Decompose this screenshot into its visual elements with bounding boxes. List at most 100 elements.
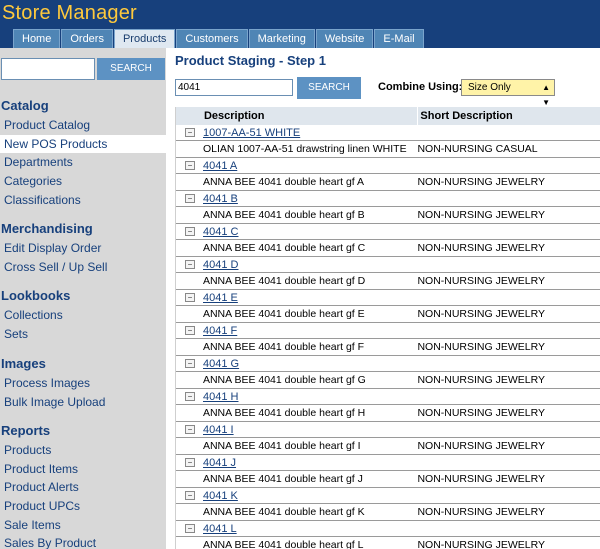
table-group-row: −4041 B [176,191,600,207]
collapse-icon[interactable]: − [185,194,195,203]
table-row: ANNA BEE 4041 double heart gf F NON-NURSI… [176,339,600,356]
sidebar-search-input[interactable] [1,58,95,80]
sidebar-item-departments[interactable]: Departments [0,153,166,172]
updown-arrows-icon: ▲ ▼ [542,83,550,107]
cell-description: ANNA BEE 4041 double heart gf K [202,506,365,518]
table-group-row: −4041 A [176,158,600,174]
column-header-short-description[interactable]: Short Description [417,107,600,125]
cell-short-description: NON-NURSING JEWELRY [417,209,546,221]
sidebar-item-cross-sell[interactable]: Cross Sell / Up Sell [0,258,166,277]
tab-email[interactable]: E-Mail [374,29,424,48]
collapse-icon[interactable]: − [185,359,195,368]
cell-short-description: NON-NURSING CASUAL [417,143,538,155]
cell-short-description: NON-NURSING JEWELRY [417,473,546,485]
app-header: Store Manager Home Orders Products Custo… [0,0,600,48]
cell-description: ANNA BEE 4041 double heart gf B [202,209,365,221]
collapse-icon[interactable]: − [185,293,195,302]
cell-description: ANNA BEE 4041 double heart gf H [202,407,366,419]
group-link[interactable]: 4041 A [203,160,237,172]
sidebar-item-sales-by-product[interactable]: Sales By Product [0,534,166,549]
sidebar-item-process-images[interactable]: Process Images [0,374,166,393]
sidebar-item-collections[interactable]: Collections [0,306,166,325]
tab-orders[interactable]: Orders [61,29,113,48]
tab-home[interactable]: Home [13,29,61,48]
tab-products[interactable]: Products [113,29,176,48]
staging-table: Description Short Description −1007-AA-5… [175,107,600,549]
sidebar-item-new-pos-products[interactable]: New POS Products [0,134,166,154]
sidebar-group-images: Images Process Images Bulk Image Upload [0,354,166,411]
table-row: ANNA BEE 4041 double heart gf D NON-NURSI… [176,273,600,290]
collapse-icon[interactable]: − [185,491,195,500]
table-group-row: −4041 E [176,290,600,306]
sidebar-item-sets[interactable]: Sets [0,325,166,344]
sidebar-group-lookbooks: Lookbooks Collections Sets [0,286,166,343]
table-row: ANNA BEE 4041 double heart gf G NON-NURSI… [176,372,600,389]
collapse-icon[interactable]: − [185,392,195,401]
sidebar-item-product-catalog[interactable]: Product Catalog [0,116,166,135]
group-link[interactable]: 4041 K [203,490,238,502]
group-link[interactable]: 4041 E [203,292,238,304]
table-group-row: −4041 D [176,257,600,273]
sidebar-heading: Catalog [1,98,49,113]
tab-website[interactable]: Website [315,29,374,48]
collapse-icon[interactable]: − [185,227,195,236]
cell-short-description: NON-NURSING JEWELRY [417,308,546,320]
tab-customers[interactable]: Customers [176,29,248,48]
sidebar-item-edit-display-order[interactable]: Edit Display Order [0,239,166,258]
table-row: ANNA BEE 4041 double heart gf A NON-NURSI… [176,174,600,191]
group-link[interactable]: 4041 B [203,193,238,205]
cell-description: ANNA BEE 4041 double heart gf D [202,275,366,287]
cell-short-description: NON-NURSING JEWELRY [417,539,546,549]
tab-marketing[interactable]: Marketing [248,29,315,48]
cell-description: ANNA BEE 4041 double heart gf I [202,440,361,452]
sidebar-item-classifications[interactable]: Classifications [0,191,166,210]
product-search-input[interactable]: 4041 [175,79,293,96]
cell-description: ANNA BEE 4041 double heart gf J [202,473,363,485]
sidebar-item-categories[interactable]: Categories [0,172,166,191]
collapse-icon[interactable]: − [185,458,195,467]
table-group-row: −4041 H [176,389,600,405]
combine-using-select[interactable]: Size Only ▲ ▼ [461,79,555,107]
sidebar-item-product-upcs[interactable]: Product UPCs [0,497,166,516]
group-link[interactable]: 4041 I [203,424,234,436]
sidebar-heading: Lookbooks [1,288,71,303]
cell-short-description: NON-NURSING JEWELRY [417,374,546,386]
table-group-row: −4041 L [176,521,600,537]
collapse-icon[interactable]: − [185,161,195,170]
cell-short-description: NON-NURSING JEWELRY [417,506,546,518]
group-link[interactable]: 4041 C [203,226,238,238]
collapse-icon[interactable]: − [185,326,195,335]
sidebar-item-product-items[interactable]: Product Items [0,460,166,479]
table-row: ANNA BEE 4041 double heart gf L NON-NURSI… [176,537,600,549]
group-link[interactable]: 4041 F [203,325,237,337]
group-link[interactable]: 1007-AA-51 WHITE [203,127,300,139]
sidebar-item-bulk-image-upload[interactable]: Bulk Image Upload [0,393,166,412]
table-row: ANNA BEE 4041 double heart gf C NON-NURSI… [176,240,600,257]
collapse-icon[interactable]: − [185,128,195,137]
main-nav: Home Orders Products Customers Marketing… [13,29,425,48]
sidebar-group-merchandising: Merchandising Edit Display Order Cross S… [0,219,166,276]
table-group-row: −4041 C [176,224,600,240]
group-link[interactable]: 4041 D [203,259,238,271]
cell-description: ANNA BEE 4041 double heart gf C [202,242,366,254]
cell-description: ANNA BEE 4041 double heart gf G [202,374,366,386]
group-link[interactable]: 4041 H [203,391,238,403]
table-group-row: −4041 K [176,488,600,504]
sidebar: SEARCH Catalog Product Catalog New POS P… [0,48,166,549]
sidebar-item-product-alerts[interactable]: Product Alerts [0,478,166,497]
product-search-button[interactable]: SEARCH [297,77,361,99]
sidebar-item-products[interactable]: Products [0,441,166,460]
collapse-icon[interactable]: − [185,260,195,269]
sidebar-item-sale-items[interactable]: Sale Items [0,516,166,535]
cell-short-description: NON-NURSING JEWELRY [417,341,546,353]
group-link[interactable]: 4041 L [203,523,237,535]
sidebar-group-catalog: Catalog Product Catalog New POS Products… [0,96,166,209]
page-title: Product Staging - Step 1 [175,53,326,68]
column-header-description[interactable]: Description [202,107,417,125]
collapse-icon[interactable]: − [185,425,195,434]
collapse-icon[interactable]: − [185,524,195,533]
group-link[interactable]: 4041 J [203,457,236,469]
sidebar-search-button[interactable]: SEARCH [97,58,165,80]
group-link[interactable]: 4041 G [203,358,239,370]
table-row: ANNA BEE 4041 double heart gf B NON-NURSI… [176,207,600,224]
